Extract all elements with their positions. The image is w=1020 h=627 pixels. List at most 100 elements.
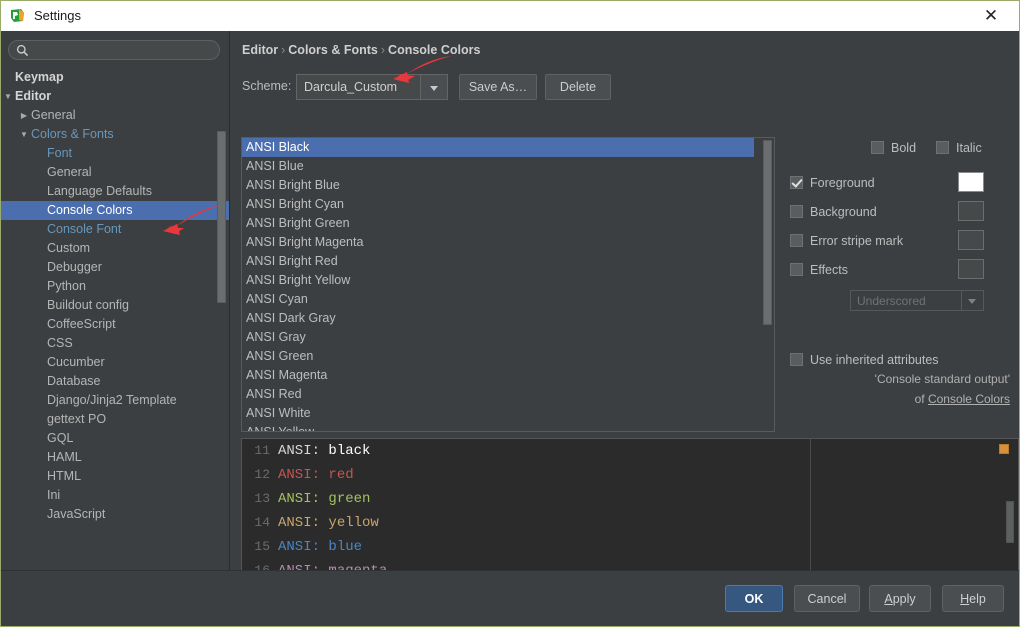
sidebar-item-keymap[interactable]: Keymap [1,68,229,87]
sidebar-item-buildout-config[interactable]: Buildout config [1,296,229,315]
color-key-item[interactable]: ANSI Cyan [242,290,754,309]
sidebar-item-console-font[interactable]: Console Font [1,220,229,239]
window-title: Settings [34,8,81,23]
sidebar-scrollbar[interactable] [217,131,226,571]
chevron-down-icon[interactable]: ▼ [19,125,29,144]
breadcrumb-part[interactable]: Console Colors [388,43,480,57]
color-key-item[interactable]: ANSI Blue [242,157,754,176]
help-button[interactable]: Help [942,585,1004,612]
color-key-item[interactable]: ANSI Green [242,347,754,366]
cancel-button[interactable]: Cancel [794,585,860,612]
sidebar-item-html[interactable]: HTML [1,467,229,486]
effect-type-value: Underscored [857,294,926,308]
sidebar-item-ini[interactable]: Ini [1,486,229,505]
color-key-item[interactable]: ANSI Yellow [242,423,754,431]
preview-line-text: ANSI: green [278,487,370,511]
effects-checkbox[interactable] [790,263,803,276]
effect-type-combo[interactable]: Underscored [850,290,984,311]
preview-scrollbar-thumb[interactable] [1006,501,1014,543]
sidebar-item-colors-fonts[interactable]: ▼ Colors & Fonts [1,125,229,144]
effects-label: Effects [810,263,848,277]
color-key-item[interactable]: ANSI Bright Red [242,252,754,271]
sidebar-item-gettext-po[interactable]: gettext PO [1,410,229,429]
close-icon[interactable]: ✕ [969,1,1013,30]
color-key-item[interactable]: ANSI Black [242,138,754,157]
preview-line-number: 14 [254,515,270,530]
sidebar-item-css[interactable]: CSS [1,334,229,353]
color-key-item[interactable]: ANSI Bright Yellow [242,271,754,290]
help-rest: elp [969,591,986,606]
sidebar-item-debugger[interactable]: Debugger [1,258,229,277]
background-color-swatch[interactable] [958,201,984,221]
bold-checkbox[interactable] [871,141,884,154]
dialog-footer: OK Cancel Apply Help [1,570,1019,626]
effects-color-swatch[interactable] [958,259,984,279]
scheme-combo[interactable]: Darcula_Custom [296,74,448,100]
sidebar-item-language-defaults[interactable]: Language Defaults [1,182,229,201]
color-list-scrollbar-thumb[interactable] [763,140,772,325]
sidebar-scrollbar-thumb[interactable] [217,131,226,303]
sidebar-item-database[interactable]: Database [1,372,229,391]
color-key-item[interactable]: ANSI Bright Magenta [242,233,754,252]
chevron-down-icon[interactable] [961,291,983,310]
preview-line-prefix: ANSI: [278,539,329,555]
preview-line-word: blue [328,539,363,555]
bold-label: Bold [891,141,917,155]
save-as-button[interactable]: Save As… [459,74,537,100]
preview-line: 15 ANSI: blue [242,535,810,559]
breadcrumb-part[interactable]: Colors & Fonts [288,43,378,57]
delete-button[interactable]: Delete [545,74,611,100]
chevron-down-icon[interactable] [420,75,447,99]
breadcrumb-part[interactable]: Editor [242,43,278,57]
inherited-source-line2: of Console Colors [915,392,1010,406]
sidebar-item-cucumber[interactable]: Cucumber [1,353,229,372]
color-key-item[interactable]: ANSI Bright Green [242,214,754,233]
ok-button[interactable]: OK [725,585,783,612]
sidebar-item-haml[interactable]: HAML [1,448,229,467]
search-input[interactable] [33,41,217,61]
sidebar-item-label: Editor [15,89,52,103]
preview-line: 12 ANSI: red [242,463,810,487]
sidebar-item-general[interactable]: ▶ General [1,106,229,125]
sidebar-item-label: CoffeeScript [47,317,116,331]
apply-button[interactable]: Apply [869,585,931,612]
color-keys-list[interactable]: ANSI Black ANSI Blue ANSI Bright Blue ANSI … [241,137,775,432]
sidebar-item-django-jinja2-template[interactable]: Django/Jinja2 Template [1,391,229,410]
error-stripe-checkbox[interactable] [790,234,803,247]
sidebar-item-custom[interactable]: Custom [1,239,229,258]
italic-checkbox[interactable] [936,141,949,154]
foreground-color-swatch[interactable] [958,172,984,192]
sidebar-item-label: Keymap [15,70,64,84]
sidebar-item-coffeescript[interactable]: CoffeeScript [1,315,229,334]
sidebar-item-javascript[interactable]: JavaScript [1,505,229,524]
scheme-value: Darcula_Custom [304,80,398,94]
use-inherited-checkbox[interactable] [790,353,803,366]
dialog-content: Keymap ▼ Editor ▶ General ▼ Colors & Fonts Font… [1,31,1019,593]
color-key-item[interactable]: ANSI Dark Gray [242,309,754,328]
preview-line: 14 ANSI: yellow [242,511,810,535]
sidebar-item-general[interactable]: General [1,163,229,182]
scheme-label: Scheme: [242,79,292,93]
sidebar-item-console-colors[interactable]: Console Colors [1,201,229,220]
error-stripe-marker[interactable] [999,444,1009,454]
sidebar-item-gql[interactable]: GQL [1,429,229,448]
sidebar-item-python[interactable]: Python [1,277,229,296]
chevron-down-icon[interactable]: ▼ [3,87,13,106]
sidebar-item-editor[interactable]: ▼ Editor [1,87,229,106]
color-key-item[interactable]: ANSI Red [242,385,754,404]
attributes-panel: Bold Italic Foreground Background Error … [781,31,1019,431]
sidebar-item-label: gettext PO [47,412,107,426]
color-key-item[interactable]: ANSI White [242,404,754,423]
color-key-item[interactable]: ANSI Bright Cyan [242,195,754,214]
color-key-item[interactable]: ANSI Magenta [242,366,754,385]
color-key-item[interactable]: ANSI Bright Blue [242,176,754,195]
search-field[interactable] [8,40,220,61]
error-stripe-color-swatch[interactable] [958,230,984,250]
chevron-right-icon[interactable]: ▶ [19,106,29,125]
color-key-item[interactable]: ANSI Gray [242,328,754,347]
background-checkbox[interactable] [790,205,803,218]
sidebar-item-font[interactable]: Font [1,144,229,163]
color-list-scrollbar[interactable] [763,140,772,431]
inherited-source-link[interactable]: Console Colors [928,392,1010,406]
foreground-checkbox[interactable] [790,176,803,189]
